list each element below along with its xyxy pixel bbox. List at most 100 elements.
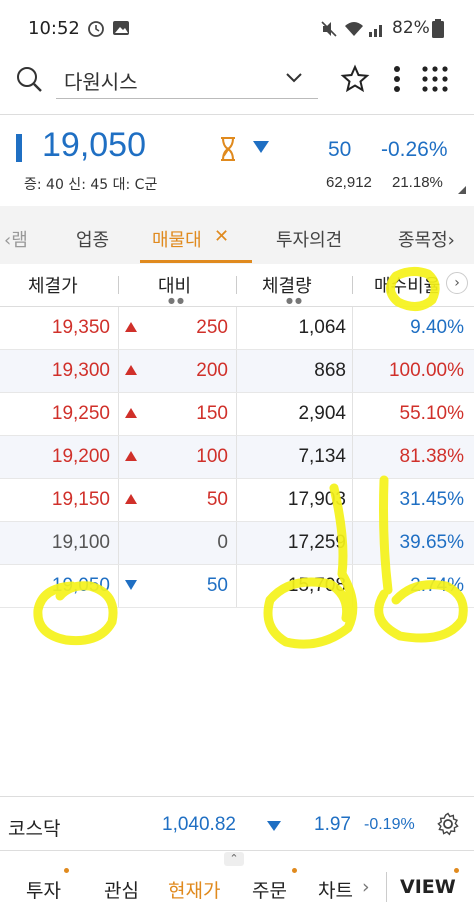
trade-change: 250 [196, 317, 228, 338]
price-down-icon [253, 141, 269, 153]
header-change-dots: ●● [168, 296, 186, 305]
nav-current-price[interactable]: 현재가 [168, 876, 220, 903]
scroll-right-icon[interactable]: › [446, 272, 468, 294]
star-icon[interactable] [340, 64, 370, 94]
expand-up-icon[interactable]: ⌃ [224, 852, 244, 866]
current-price: 19,050 [42, 126, 146, 164]
index-change: 1.97 [314, 814, 351, 835]
status-bar: 10:52 82% [0, 0, 474, 56]
nav-chart[interactable]: 차트 [318, 876, 353, 903]
trade-price: 19,350 [51, 317, 110, 338]
nav-invest[interactable]: 투자 [26, 876, 61, 903]
up-triangle-icon [125, 494, 137, 504]
header-separator [118, 276, 119, 294]
trade-volume-cell: 1,064 [298, 317, 346, 338]
column-separator [236, 307, 237, 349]
bottom-nav-border [0, 850, 474, 851]
nav-more-chevron-icon[interactable]: › [362, 876, 370, 898]
trade-volume-cell: 868 [314, 360, 346, 381]
table-row[interactable]: 19,150 50 17,903 31.45% [0, 479, 474, 522]
table-row[interactable]: 19,250 150 2,904 55.10% [0, 393, 474, 436]
settings-icon[interactable] [436, 812, 460, 836]
price-change: 50 [328, 138, 352, 161]
table-row[interactable]: 19,100 0 17,259 39.65% [0, 522, 474, 565]
header-volume[interactable]: 체결량 [262, 272, 312, 298]
up-triangle-icon [125, 365, 137, 375]
header-separator [352, 276, 353, 294]
up-triangle-icon [125, 322, 137, 332]
nav-order-badge [292, 868, 297, 873]
header-change[interactable]: 대비 [158, 272, 191, 298]
header-volume-dots: ●● [286, 296, 304, 305]
header-price[interactable]: 체결가 [28, 272, 78, 298]
nav-view-badge [454, 868, 459, 873]
search-icon[interactable] [16, 66, 42, 92]
tab-investment-opinion[interactable]: 투자의견 [276, 226, 342, 252]
trade-volume-cell: 15,708 [287, 575, 346, 596]
header-buy-ratio[interactable]: 매수비율 [374, 272, 440, 298]
trade-change: 100 [196, 446, 228, 467]
buy-ratio: 55.10% [399, 403, 464, 424]
trade-volume: 62,912 [326, 174, 372, 191]
battery-icon [432, 19, 444, 38]
trade-volume-cell: 17,259 [287, 532, 346, 553]
close-icon[interactable]: ✕ [214, 226, 229, 247]
nav-separator [386, 872, 387, 902]
trade-price: 19,050 [51, 575, 110, 596]
trade-price: 19,100 [51, 532, 110, 553]
grid-menu-icon[interactable] [420, 64, 450, 94]
column-separator [352, 307, 353, 349]
expand-corner-icon[interactable] [458, 186, 466, 194]
buy-ratio: 31.45% [399, 489, 464, 510]
stock-search-input[interactable]: 다원시스 [64, 66, 138, 95]
trade-change: 150 [196, 403, 228, 424]
price-change-pct: -0.26% [381, 138, 448, 161]
column-separator [118, 393, 119, 435]
buy-ratio: 81.38% [399, 446, 464, 467]
table-row[interactable]: 19,300 200 868 100.00% [0, 350, 474, 393]
hourglass-icon[interactable] [218, 136, 238, 162]
index-divider [0, 796, 474, 797]
active-tab-indicator [140, 260, 252, 263]
buy-ratio: 2.74% [410, 575, 464, 596]
trade-change: 50 [206, 489, 228, 510]
column-separator [236, 393, 237, 435]
status-time: 10:52 [28, 18, 80, 39]
kebab-menu-icon[interactable] [392, 64, 402, 94]
image-icon [113, 21, 129, 35]
nav-order[interactable]: 주문 [252, 876, 287, 903]
table-row[interactable]: 19,350 250 1,064 9.40% [0, 307, 474, 350]
column-separator [352, 565, 353, 607]
signal-icon [369, 25, 382, 37]
buy-ratio: 9.40% [410, 317, 464, 338]
column-separator [352, 350, 353, 392]
trade-price: 19,300 [51, 360, 110, 381]
column-separator [352, 436, 353, 478]
buy-ratio: 39.65% [399, 532, 464, 553]
mute-icon [321, 21, 337, 37]
table-row[interactable]: 19,050 50 15,708 2.74% [0, 565, 474, 608]
tab-prev-partial[interactable]: ‹램 [4, 226, 28, 252]
column-separator [118, 436, 119, 478]
price-accent-bar [16, 134, 22, 162]
up-triangle-icon [125, 408, 137, 418]
nav-view[interactable]: VIEW [400, 876, 456, 898]
wifi-icon [345, 22, 363, 36]
nav-watchlist[interactable]: 관심 [104, 876, 139, 903]
tab-stock-info[interactable]: 종목정› [398, 226, 455, 252]
trade-volume-cell: 7,134 [298, 446, 346, 467]
column-separator [236, 522, 237, 564]
buy-ratio: 100.00% [388, 360, 464, 381]
trade-price: 19,250 [51, 403, 110, 424]
index-value: 1,040.82 [162, 814, 236, 835]
tab-industry[interactable]: 업종 [76, 226, 109, 252]
column-separator [118, 479, 119, 521]
search-underline [56, 98, 318, 99]
chevron-down-icon[interactable] [284, 70, 304, 86]
column-separator [236, 436, 237, 478]
table-row[interactable]: 19,200 100 7,134 81.38% [0, 436, 474, 479]
battery-level: 82% [392, 18, 430, 38]
turnover-rate: 21.18% [392, 174, 443, 191]
index-name[interactable]: 코스닥 [8, 814, 60, 841]
tab-supply-zone[interactable]: 매물대 [152, 226, 202, 252]
